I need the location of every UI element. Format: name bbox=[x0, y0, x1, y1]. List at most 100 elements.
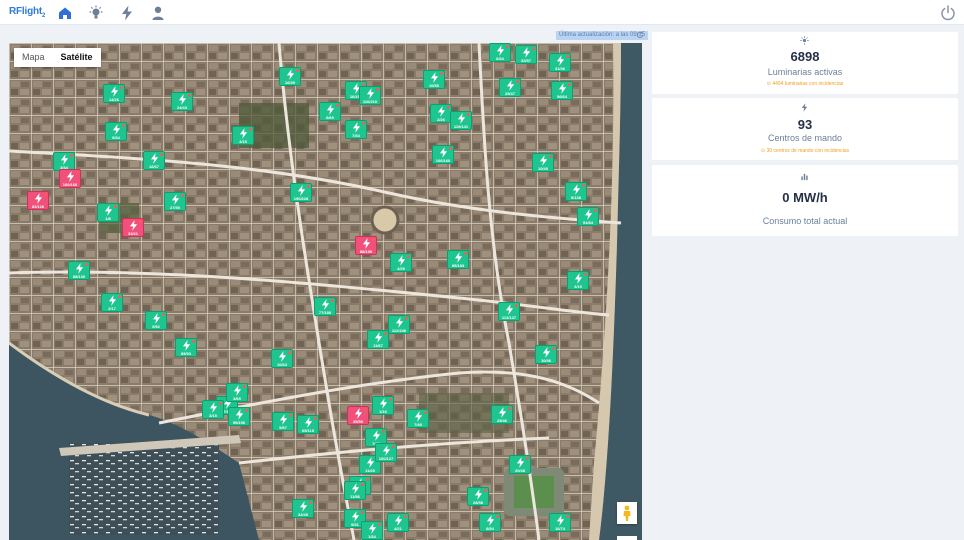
map-marker[interactable]: 83/126 bbox=[27, 191, 49, 210]
bolt-icon[interactable] bbox=[119, 5, 135, 21]
bulb-icon[interactable] bbox=[88, 5, 104, 21]
map-marker[interactable]: 56/64 bbox=[551, 81, 573, 100]
map-marker[interactable]: 51/84 bbox=[577, 207, 599, 226]
bolt-icon bbox=[486, 515, 495, 526]
marker-label: 119/141 bbox=[453, 124, 469, 129]
marker-label: 110/210 bbox=[362, 99, 378, 104]
map-marker[interactable]: 77/180 bbox=[314, 297, 336, 316]
map-marker[interactable]: 25/46 bbox=[491, 405, 513, 424]
map-marker[interactable]: 7/48 bbox=[407, 409, 429, 428]
bolt-icon bbox=[171, 194, 180, 205]
lights-incident-warning[interactable]: ⊙ 4494 luminarias con incidencias bbox=[652, 81, 958, 87]
status-dot bbox=[594, 209, 597, 212]
map-marker[interactable]: 31/36 bbox=[549, 53, 571, 72]
bolt-icon bbox=[556, 55, 565, 66]
map-marker[interactable]: 27/50 bbox=[164, 192, 186, 211]
map-marker[interactable]: 32/57 bbox=[515, 45, 537, 64]
map-marker[interactable]: 95/156 bbox=[228, 407, 250, 426]
map-marker[interactable]: 16/39 bbox=[279, 67, 301, 86]
status-dot bbox=[552, 347, 555, 350]
zoom-control[interactable] bbox=[617, 536, 637, 540]
map-marker[interactable]: 10/64 bbox=[271, 349, 293, 368]
map-marker[interactable]: 190/228 bbox=[290, 183, 312, 202]
status-dot bbox=[160, 153, 163, 156]
marker-label: 112/246 bbox=[391, 328, 407, 333]
map-marker[interactable]: 35/50 bbox=[347, 406, 369, 425]
map-marker[interactable]: 10/50 bbox=[423, 70, 445, 89]
map-type-map[interactable]: Mapa bbox=[14, 48, 53, 67]
map-marker[interactable]: 4/15 bbox=[232, 126, 254, 145]
status-dot bbox=[496, 515, 499, 518]
bolt-icon bbox=[574, 273, 583, 284]
bolt-icon bbox=[558, 83, 567, 94]
map-marker[interactable]: 119/141 bbox=[450, 111, 472, 130]
map-marker[interactable]: 8/69 bbox=[319, 102, 341, 121]
bolt-icon bbox=[209, 402, 218, 413]
map-marker[interactable]: 4/19 bbox=[567, 271, 589, 290]
refresh-icon[interactable] bbox=[636, 31, 644, 39]
map-marker[interactable]: 85/93 bbox=[175, 338, 197, 357]
bolt-icon bbox=[572, 184, 581, 195]
status-dot bbox=[70, 154, 73, 157]
map-marker[interactable]: 100/127 bbox=[375, 443, 397, 462]
map-marker[interactable]: 24/43 bbox=[171, 92, 193, 111]
status-dot bbox=[139, 220, 142, 223]
map-marker[interactable]: 16/67 bbox=[143, 151, 165, 170]
marker-label: 85/93 bbox=[180, 351, 191, 356]
map-marker[interactable]: 2/26 bbox=[430, 104, 452, 123]
user-icon[interactable] bbox=[150, 5, 166, 21]
bolt-icon bbox=[235, 409, 244, 420]
status-dot bbox=[447, 106, 450, 109]
chart-icon bbox=[801, 173, 808, 181]
app-logo[interactable]: RFlight2 bbox=[9, 6, 45, 19]
map-marker[interactable]: 106/160 bbox=[432, 145, 454, 164]
map-marker[interactable]: 28/58 bbox=[467, 487, 489, 506]
marker-label: 56/64 bbox=[556, 94, 567, 99]
map-marker[interactable]: 1/34 bbox=[361, 521, 383, 540]
map-marker[interactable]: 11/67 bbox=[367, 330, 389, 349]
map-marker[interactable]: 3/65 bbox=[226, 383, 248, 402]
street-view-pegman[interactable] bbox=[617, 502, 637, 524]
map-marker[interactable]: 5/138 bbox=[565, 182, 587, 201]
map-marker[interactable]: 65/115 bbox=[297, 415, 319, 434]
map-marker[interactable]: 88/199 bbox=[355, 236, 377, 255]
marker-label: 51/84 bbox=[582, 220, 593, 225]
home-icon[interactable] bbox=[57, 5, 73, 21]
map-marker[interactable]: 11/56 bbox=[344, 481, 366, 500]
marker-label: 10/40 bbox=[537, 166, 548, 171]
map-marker[interactable]: 10/40 bbox=[532, 153, 554, 172]
map-marker[interactable]: 95/183 bbox=[447, 250, 469, 269]
map-type-satellite[interactable]: Satélite bbox=[53, 48, 101, 67]
bolt-icon bbox=[178, 94, 187, 105]
map-marker[interactable]: 14/26 bbox=[103, 84, 125, 103]
status-dot bbox=[506, 45, 509, 48]
satellite-map[interactable]: Mapa Satélite 6/34 32/57 31/36 16/39 10/50 25… bbox=[9, 43, 642, 540]
map-marker[interactable]: 9/34 bbox=[105, 122, 127, 141]
map-marker[interactable]: 88/130 bbox=[68, 261, 90, 280]
map-marker[interactable]: 20/48 bbox=[509, 455, 531, 474]
power-icon[interactable] bbox=[940, 5, 956, 21]
map-marker[interactable]: 112/246 bbox=[388, 315, 410, 334]
map-marker[interactable]: 3/15 bbox=[202, 400, 224, 419]
map-marker[interactable]: 4/21 bbox=[387, 513, 409, 532]
controls-incident-warning[interactable]: ⊙ 30 centros de mando con incidencias bbox=[652, 148, 958, 154]
map-marker[interactable]: 113/137 bbox=[498, 302, 520, 321]
map-marker[interactable]: 7/34 bbox=[345, 120, 367, 139]
map-marker[interactable]: 10/36 bbox=[535, 345, 557, 364]
marker-label: 28/58 bbox=[472, 500, 483, 505]
map-marker[interactable]: 1/8 bbox=[97, 203, 119, 222]
status-dot bbox=[309, 501, 312, 504]
map-marker[interactable]: 100/160 bbox=[59, 169, 81, 188]
map-marker[interactable]: 2/17 bbox=[101, 293, 123, 312]
map-marker[interactable]: 4/25 bbox=[390, 253, 412, 272]
map-marker[interactable]: 8/54 bbox=[479, 513, 501, 532]
map-marker[interactable]: 1/16 bbox=[372, 396, 394, 415]
map-marker[interactable]: 9/52 bbox=[145, 311, 167, 330]
map-marker[interactable]: 16/74 bbox=[549, 513, 571, 532]
map-marker[interactable]: 33/61 bbox=[122, 218, 144, 237]
map-marker[interactable]: 6/34 bbox=[489, 43, 511, 62]
map-marker[interactable]: 5/57 bbox=[272, 412, 294, 431]
map-marker[interactable]: 25/47 bbox=[499, 78, 521, 97]
map-marker[interactable]: 110/210 bbox=[359, 86, 381, 105]
map-marker[interactable]: 32/49 bbox=[292, 499, 314, 518]
